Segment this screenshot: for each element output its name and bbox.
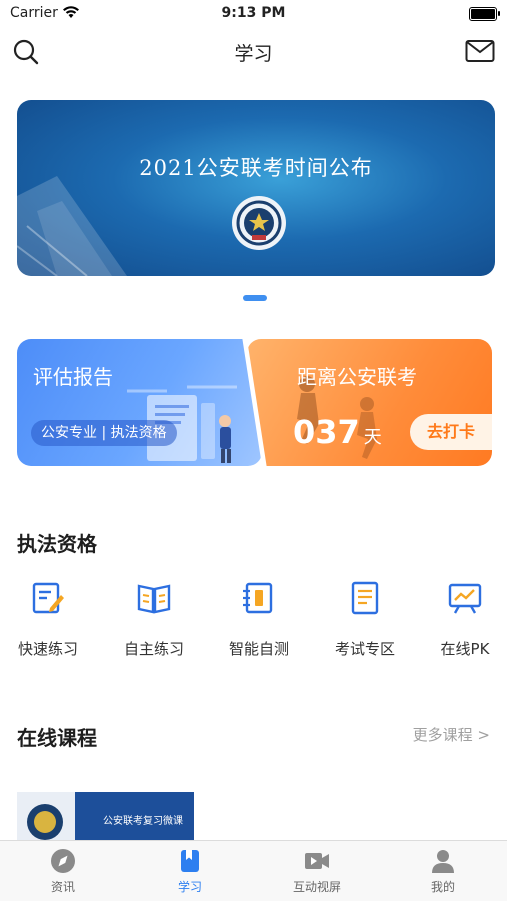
exam-countdown: 037 天 [293,413,382,451]
police-emblem-icon [27,804,63,840]
tab-label: 互动视屏 [292,880,341,894]
feature-label: 考试专区 [334,640,395,658]
battery-icon [469,7,500,21]
tab-mine[interactable]: 我的 [403,847,483,895]
banner-headline: 2021公安联考时间公布 [139,156,373,180]
carousel-indicator [243,295,267,301]
bookmark-book-icon [181,850,199,872]
document-icon [351,581,379,615]
open-book-icon [137,584,171,614]
status-bar: Carrier 9:13 PM [0,0,507,28]
nav-bar: 学习 [0,30,507,74]
feature-label: 快速练习 [17,640,78,658]
countdown-unit: 天 [363,427,382,448]
mail-icon[interactable] [465,39,495,63]
assessment-report-card[interactable]: 评估报告 公安专业 | 执法资格 [17,339,262,466]
course-thumbnail[interactable]: 公安联考复习微课 [17,792,194,844]
feature-smart-test[interactable]: 智能自测 [209,580,309,659]
tab-news[interactable]: 资讯 [23,847,103,895]
quick-practice-icon [32,582,64,614]
course-thumb-emblem [17,792,75,844]
clock: 9:13 PM [221,5,286,21]
exam-countdown-card[interactable]: 距离公安联考 037 天 去打卡 [247,339,492,466]
section-title-enforcement: 执法资格 [17,532,97,556]
notebook-icon [243,582,273,614]
feature-exam-zone[interactable]: 考试专区 [315,580,415,659]
compass-icon [51,849,75,873]
page-title: 学习 [234,43,273,65]
more-courses-link[interactable]: 更多课程 > [413,724,490,745]
chart-board-icon [448,583,482,614]
feature-online-pk[interactable]: 在线PK [415,580,507,659]
feature-quick-practice[interactable]: 快速练习 [0,580,98,659]
feature-label: 在线PK [440,640,490,658]
tab-bar: 资讯 学习 互动视屏 我的 [0,840,507,901]
course-thumb-title: 公安联考复习微课 [103,816,183,827]
feature-label: 智能自测 [228,640,289,658]
check-in-button[interactable]: 去打卡 [410,414,492,450]
video-icon [305,853,329,869]
tab-interactive-video[interactable]: 互动视屏 [277,847,357,895]
feature-label: 自主练习 [123,640,184,658]
assessment-card-title: 评估报告 [33,365,113,389]
tab-label: 资讯 [50,880,75,894]
exam-card-title: 距离公安联考 [297,365,417,389]
police-emblem-icon [232,196,286,250]
section-title-courses: 在线课程 [17,726,97,750]
tab-label: 学习 [177,880,202,894]
assessment-tag: 公安专业 | 执法资格 [31,420,177,446]
person-icon [432,850,454,873]
banner-carousel[interactable]: 2021公安联考时间公布 [17,100,495,276]
tab-study[interactable]: 学习 [150,847,230,895]
tab-label: 我的 [430,880,455,894]
countdown-days: 037 [293,413,360,451]
feature-self-practice[interactable]: 自主练习 [104,580,204,659]
